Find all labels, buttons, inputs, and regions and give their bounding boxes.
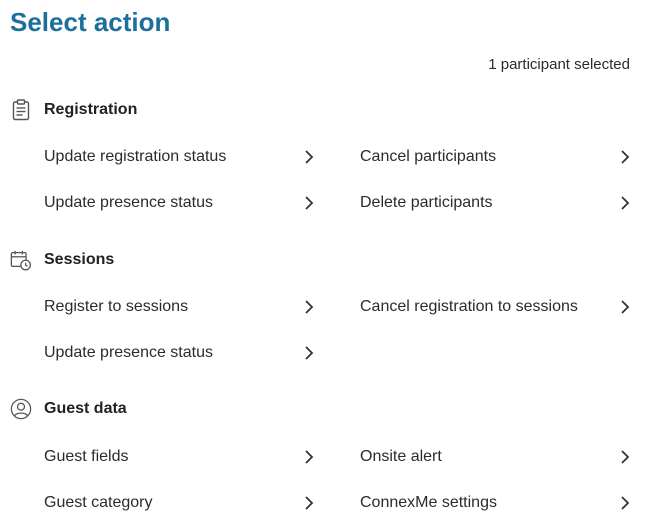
chevron-right-icon — [302, 448, 316, 466]
section-label-sessions: Sessions — [44, 251, 115, 268]
selection-count: 1 participant selected — [488, 56, 630, 73]
chevron-right-icon — [618, 448, 632, 466]
action-delete-participants[interactable]: Delete participants — [360, 191, 632, 215]
action-label: Delete participants — [360, 194, 493, 211]
action-label: Guest fields — [44, 448, 129, 465]
action-label: Update presence status — [44, 344, 213, 361]
action-guest-fields[interactable]: Guest fields — [44, 445, 316, 469]
section-sessions: Sessions — [10, 248, 114, 272]
action-connexme-settings[interactable]: ConnexMe settings — [360, 491, 632, 515]
chevron-right-icon — [618, 148, 632, 166]
action-label: Cancel participants — [360, 148, 497, 165]
calendar-clock-icon — [10, 248, 32, 272]
chevron-right-icon — [618, 494, 632, 512]
action-label: Update presence status — [44, 194, 213, 211]
action-label: Register to sessions — [44, 298, 189, 315]
chevron-right-icon — [302, 148, 316, 166]
chevron-right-icon — [618, 194, 632, 212]
user-circle-icon — [10, 397, 32, 421]
action-register-to-sessions[interactable]: Register to sessions — [44, 295, 316, 319]
chevron-right-icon — [302, 194, 316, 212]
action-update-presence-status[interactable]: Update presence status — [44, 191, 316, 215]
section-guest-data: Guest data — [10, 397, 127, 421]
action-label: Guest category — [44, 494, 153, 511]
clipboard-icon — [10, 98, 32, 122]
action-update-registration-status[interactable]: Update registration status — [44, 145, 316, 169]
action-label: ConnexMe settings — [360, 494, 497, 511]
action-cancel-registration-to-sessions[interactable]: Cancel registration to sessions — [360, 295, 632, 319]
section-label-registration: Registration — [44, 101, 138, 118]
chevron-right-icon — [302, 298, 316, 316]
chevron-right-icon — [302, 494, 316, 512]
action-guest-category[interactable]: Guest category — [44, 491, 316, 515]
chevron-right-icon — [618, 298, 632, 316]
action-label: Cancel registration to sessions — [360, 298, 578, 315]
action-label: Onsite alert — [360, 448, 442, 465]
action-update-session-presence-status[interactable]: Update presence status — [44, 341, 316, 365]
chevron-right-icon — [302, 344, 316, 362]
section-registration: Registration — [10, 98, 137, 122]
action-label: Update registration status — [44, 148, 227, 165]
action-onsite-alert[interactable]: Onsite alert — [360, 445, 632, 469]
page-title: Select action — [10, 7, 171, 37]
section-label-guest-data: Guest data — [44, 400, 127, 417]
action-cancel-participants[interactable]: Cancel participants — [360, 145, 632, 169]
